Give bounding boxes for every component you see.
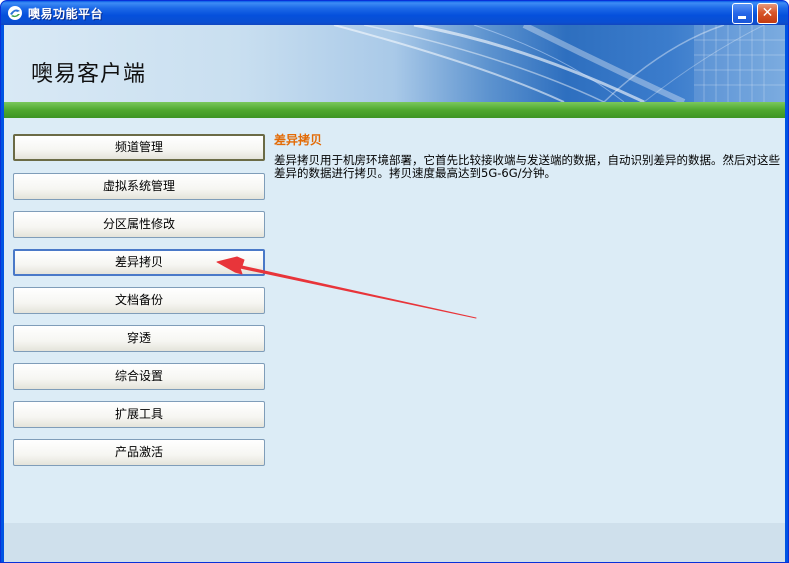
detail-description: 差异拷贝用于机房环境部署，它首先比较接收端与发送端的数据，自动识别差异的数据。然…: [274, 153, 780, 180]
main-content: 频道管理 虚拟系统管理 分区属性修改 差异拷贝 文档备份 穿透 综合设置 扩展工…: [4, 118, 785, 523]
menu-button-extension-tools[interactable]: 扩展工具: [13, 401, 265, 428]
header-banner: 噢易客户端: [4, 25, 785, 102]
menu-button-general-settings[interactable]: 综合设置: [13, 363, 265, 390]
menu-button-document-backup[interactable]: 文档备份: [13, 287, 265, 314]
app-icon: [7, 5, 23, 21]
detail-title: 差异拷贝: [274, 133, 323, 147]
title-bar[interactable]: 噢易功能平台 ✕: [1, 1, 788, 25]
green-divider: [4, 102, 785, 118]
menu-button-penetration[interactable]: 穿透: [13, 325, 265, 352]
menu-button-partition-properties[interactable]: 分区属性修改: [13, 211, 265, 238]
close-icon: ✕: [761, 5, 774, 21]
footer-strip: [4, 523, 785, 562]
minimize-button[interactable]: [732, 3, 753, 24]
menu-button-channel-management[interactable]: 频道管理: [13, 134, 265, 161]
close-button[interactable]: ✕: [757, 3, 778, 24]
minimize-icon: [738, 16, 746, 19]
menu-button-product-activation[interactable]: 产品激活: [13, 439, 265, 466]
app-window: 噢易功能平台 ✕ 噢易客户端 频道管理 虚拟系统管理 分区属性修改 差异拷贝 文…: [0, 0, 789, 563]
banner-title: 噢易客户端: [31, 62, 147, 87]
menu-button-virtual-system-management[interactable]: 虚拟系统管理: [13, 173, 265, 200]
client-area: 噢易客户端 频道管理 虚拟系统管理 分区属性修改 差异拷贝 文档备份 穿透 综合…: [4, 25, 785, 562]
window-title: 噢易功能平台: [28, 7, 104, 21]
menu-button-differential-copy[interactable]: 差异拷贝: [13, 249, 265, 276]
